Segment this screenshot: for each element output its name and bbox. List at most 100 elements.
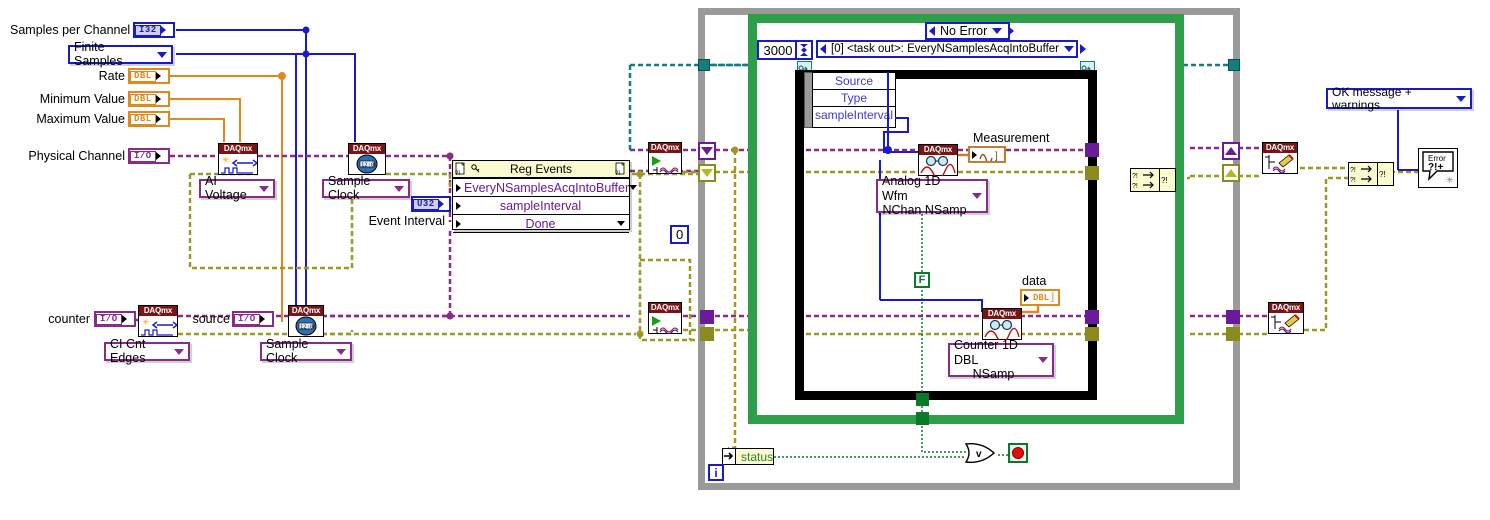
daqmx-create-virtual-channel-ci[interactable]: DAQmx ✳ <box>138 305 179 337</box>
svg-text:v: v <box>976 449 982 460</box>
terminal-counter[interactable]: I/O <box>94 311 136 327</box>
enum-ai-voltage-label: AI Voltage <box>205 174 247 202</box>
daqmx-read-counter[interactable]: DAQmx <box>982 308 1022 344</box>
iteration-terminal[interactable]: i <box>708 464 724 481</box>
document-icon: ?! <box>455 162 465 176</box>
terminal-physical-channel[interactable]: I/O <box>128 148 170 164</box>
daqmx-clear-task-counter[interactable]: DAQmx <box>1268 302 1304 334</box>
daqmx-read-analog[interactable]: DAQmx <box>918 144 958 180</box>
reg-events-row-0[interactable]: EveryNSamplesAcqIntoBuffer <box>453 178 638 196</box>
event-case-selector[interactable]: [0] <task out>: EveryNSamplesAcqIntoBuff… <box>816 40 1086 58</box>
chevron-down-icon <box>336 348 346 355</box>
terminal-maximum-value[interactable]: DBL <box>128 111 170 127</box>
terminal-rate[interactable]: DBL <box>128 68 170 84</box>
label-event-interval: Event Interval <box>368 214 445 228</box>
reg-events-row-1[interactable]: sampleInterval <box>453 196 629 214</box>
svg-text:✳: ✳ <box>222 155 230 165</box>
loop-stop-condition-terminal[interactable] <box>1008 443 1028 463</box>
shift-register-error-right[interactable] <box>1222 142 1240 160</box>
label-minimum-value: Minimum Value <box>39 92 125 106</box>
prev-case-icon[interactable] <box>929 26 935 36</box>
event-data-type-2: Type <box>813 90 895 107</box>
shift-register-task-left[interactable] <box>698 164 716 182</box>
indicator-data[interactable]: DBL ] <box>1020 289 1060 306</box>
enum-ai-voltage[interactable]: AI Voltage <box>199 175 275 201</box>
prev-case-icon[interactable] <box>820 44 826 54</box>
merge-errors-node[interactable]: ?! ?! ?! <box>1130 168 1176 192</box>
terminal-minimum-value[interactable]: DBL <box>128 91 170 107</box>
clock-icon: 12:00 <box>289 316 323 336</box>
tunnel-error-event-right-bottom[interactable] <box>1085 310 1099 324</box>
tunnel-teal-right[interactable] <box>1228 59 1240 71</box>
constant-zero[interactable]: 0 <box>670 225 689 244</box>
constant-timeout[interactable]: 3000 <box>757 40 799 60</box>
daqmx-clear-task-analog[interactable]: DAQmx <box>1262 142 1298 174</box>
merge-output-icon: ?! <box>1160 169 1175 191</box>
reg-events-row-2[interactable]: Done <box>453 214 629 233</box>
terminal-type-label: I/O <box>96 313 122 325</box>
svg-text:?!: ?! <box>1350 167 1356 174</box>
or-gate-icon: v <box>964 443 996 463</box>
enum-ci-cnt-edges[interactable]: CI Cnt Edges <box>104 338 190 364</box>
tunnel-case-bottom[interactable] <box>916 393 929 406</box>
chevron-down-icon[interactable] <box>1064 46 1074 52</box>
or-gate-node[interactable]: v <box>964 442 998 464</box>
label-counter: counter <box>48 312 90 326</box>
stop-indicator-icon <box>1012 447 1024 459</box>
daqmx-start-task-counter[interactable]: DAQmx <box>648 302 682 335</box>
key-arrow-icon <box>1081 65 1091 72</box>
timeout-terminal[interactable] <box>795 40 813 60</box>
tunnel-error-left-bottom[interactable] <box>700 310 714 324</box>
daqmx-start-task-analog[interactable]: DAQmx <box>648 142 682 175</box>
event-data-node-2[interactable]: Source Type sampleInterval <box>812 72 896 128</box>
tunnel-teal-left[interactable] <box>698 59 710 71</box>
terminal-samples-per-channel[interactable]: I32 <box>133 22 175 38</box>
svg-text:?!: ?! <box>1132 173 1138 180</box>
event-data-source-2: Source <box>813 73 895 90</box>
event-data-sample-interval-2: sampleInterval <box>814 108 894 122</box>
chevron-down-icon <box>972 193 982 199</box>
enum-counter-read-type[interactable]: Counter 1D DBL NSamp <box>948 338 1054 381</box>
tunnel-task-event-right[interactable] <box>1085 166 1099 180</box>
next-case-icon[interactable] <box>1080 44 1086 54</box>
daqmx-create-virtual-channel-ai[interactable]: DAQmx ✳ <box>218 143 259 175</box>
daqmx-tag-label: DAQmx <box>349 144 385 154</box>
event-data-terminal-right[interactable] <box>1080 61 1095 74</box>
chevron-down-icon[interactable] <box>992 28 1003 34</box>
merge-errors-node-final[interactable]: ?! ?! ?! <box>1348 162 1394 186</box>
tunnel-error-right-bottom[interactable] <box>1226 310 1240 324</box>
shift-register-error-left[interactable] <box>698 142 716 160</box>
constant-false[interactable]: F <box>914 272 930 288</box>
enum-analog-read-type[interactable]: Analog 1D Wfm NChan NSamp <box>876 174 988 217</box>
tunnel-error-event-right[interactable] <box>1085 143 1099 157</box>
merge-inputs-icon: ?! ?! <box>1349 163 1379 185</box>
enum-sample-mode[interactable]: Finite Samples <box>68 41 173 67</box>
label-physical-channel: Physical Channel <box>28 149 125 163</box>
tunnel-task-event-right-bottom[interactable] <box>1085 327 1099 341</box>
svg-text:?!+: ?!+ <box>1428 162 1443 173</box>
daqmx-tag-label: DAQmx <box>649 143 681 153</box>
simple-error-handler-node[interactable]: Error ?!+ ✳ <box>1418 148 1458 188</box>
enum-sample-clock-ai[interactable]: Sample Clock <box>322 175 410 201</box>
label-source: source <box>192 312 230 326</box>
register-events-node[interactable]: ?! Reg Events ?! EveryNSamplesAcqIntoBuf… <box>452 160 638 233</box>
daqmx-timing-ai[interactable]: DAQmx 12:00 <box>348 143 386 175</box>
indicator-arrow-icon <box>1024 293 1029 302</box>
chevron-down-icon <box>157 51 167 58</box>
tunnel-task-left-bottom[interactable] <box>700 327 714 341</box>
enum-sample-clock-ci[interactable]: Sample Clock <box>260 338 352 364</box>
next-case-icon[interactable] <box>1008 26 1015 36</box>
terminal-source[interactable]: I/O <box>232 311 274 327</box>
enum-error-message-mode[interactable]: OK message + warnings <box>1326 86 1472 111</box>
indicator-measurement[interactable]: ] <box>968 146 1006 163</box>
enum-analog-read-lines: Analog 1D Wfm NChan NSamp <box>882 174 967 217</box>
tunnel-event-bottom[interactable] <box>916 412 929 425</box>
unbundle-status-node[interactable]: status <box>722 448 774 465</box>
tunnel-task-right-bottom[interactable] <box>1226 327 1240 341</box>
terminal-event-interval[interactable]: U32 <box>411 196 451 212</box>
clear-task-pencil-icon <box>1263 153 1297 174</box>
reg-events-row-1-label: sampleInterval <box>499 198 582 213</box>
shift-register-task-right[interactable] <box>1222 164 1240 182</box>
daqmx-timing-ci[interactable]: DAQmx 12:00 <box>288 305 324 337</box>
error-case-selector[interactable]: No Error <box>925 22 1015 40</box>
